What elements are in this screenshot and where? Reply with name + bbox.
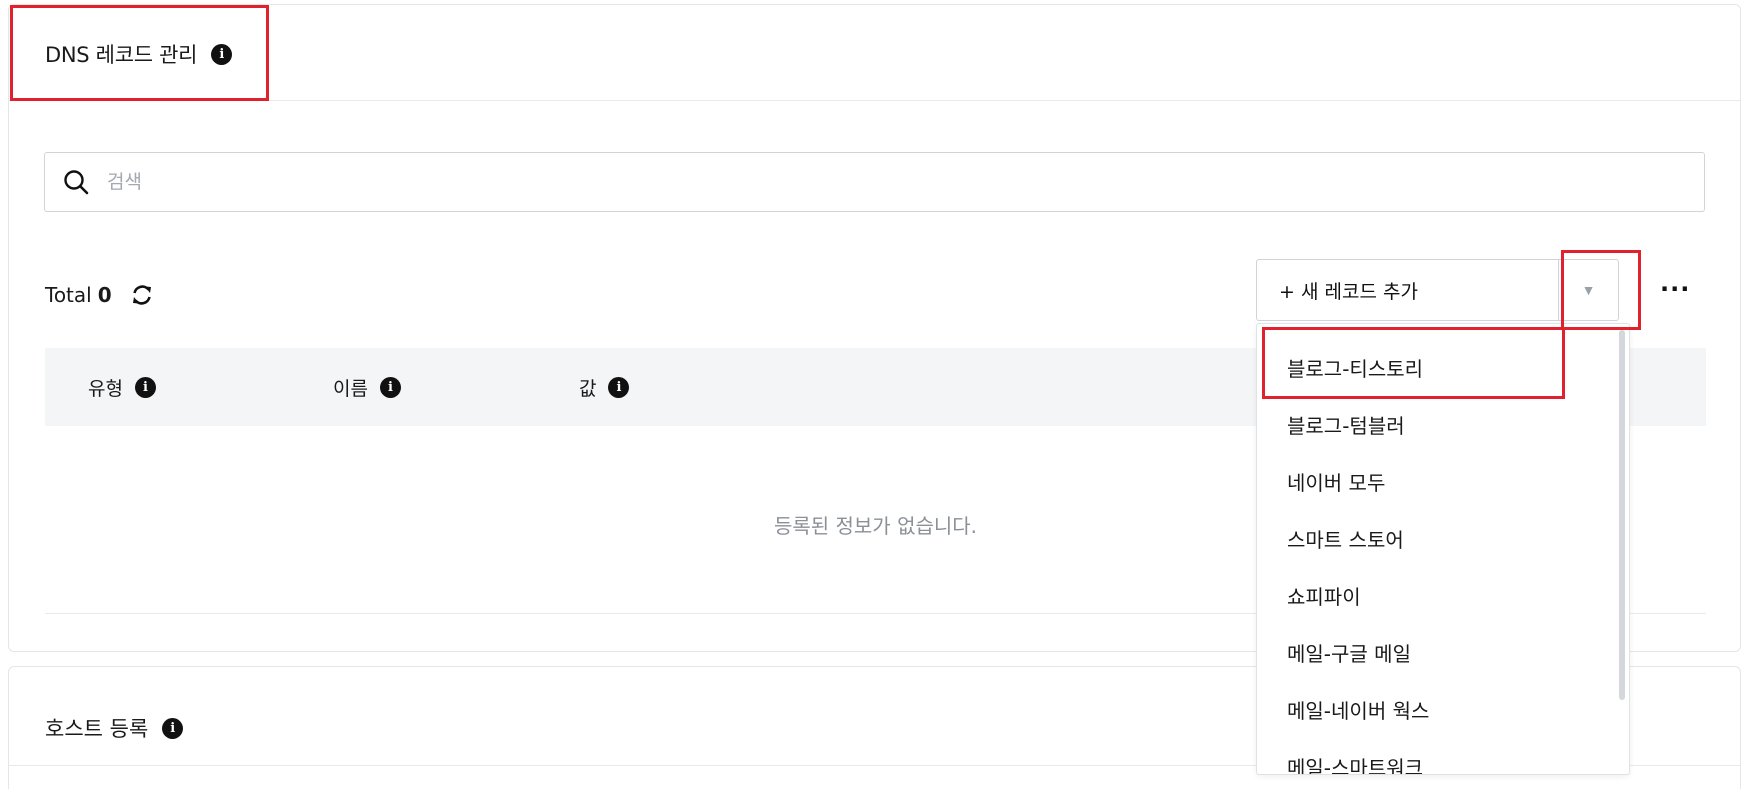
column-value: 값 i [579,374,630,401]
total-value: 0 [97,283,112,307]
chevron-down-icon: ▼ [1581,282,1596,298]
info-icon[interactable]: i [211,43,233,65]
add-record-group: + 새 레코드 추가 ▼ [1256,259,1619,321]
dropdown-item[interactable]: 네이버 모두 [1287,467,1385,496]
dropdown-toggle-button[interactable]: ▼ [1559,259,1619,321]
dns-card-header: DNS 레코드 관리 i [9,5,1740,101]
column-type-label: 유형 [88,378,123,400]
dropdown-item[interactable]: 메일-네이버 웍스 [1287,695,1429,724]
dropdown-item[interactable]: 메일-구글 메일 [1287,638,1411,667]
dropdown-item[interactable]: 스마트 스토어 [1287,524,1404,553]
dropdown-item[interactable]: 블로그-티스토리 [1287,353,1423,382]
search-box[interactable] [44,152,1705,212]
refresh-icon[interactable] [130,283,154,307]
info-icon[interactable]: i [134,377,156,398]
total-label: Total [45,283,92,307]
dropdown-item[interactable]: 메일-스마트워크 [1287,752,1423,774]
dropdown-item[interactable]: 쇼피파이 [1287,581,1361,610]
info-icon[interactable]: i [379,377,401,398]
more-options-icon[interactable]: ··· [1660,275,1690,303]
dropdown-scrollbar[interactable] [1619,330,1625,700]
column-value-label: 값 [579,378,597,400]
search-icon [64,170,89,195]
dns-title: DNS 레코드 관리 i [45,39,233,69]
record-template-dropdown: 블로그-티스토리 블로그-텀블러 네이버 모두 스마트 스토어 쇼피파이 메일-… [1256,323,1630,775]
info-icon[interactable]: i [162,717,184,739]
column-type: 유형 i [88,374,156,401]
search-input[interactable] [107,171,1704,193]
column-name: 이름 i [333,374,401,401]
total-count: Total 0 [45,283,154,307]
host-title-text: 호스트 등록 [45,717,149,741]
dropdown-item[interactable]: 블로그-텀블러 [1287,410,1405,439]
add-record-button[interactable]: + 새 레코드 추가 [1256,259,1559,321]
dns-title-text: DNS 레코드 관리 [45,43,198,67]
info-icon[interactable]: i [608,377,630,398]
column-name-label: 이름 [333,378,368,400]
host-title: 호스트 등록 i [45,713,184,743]
